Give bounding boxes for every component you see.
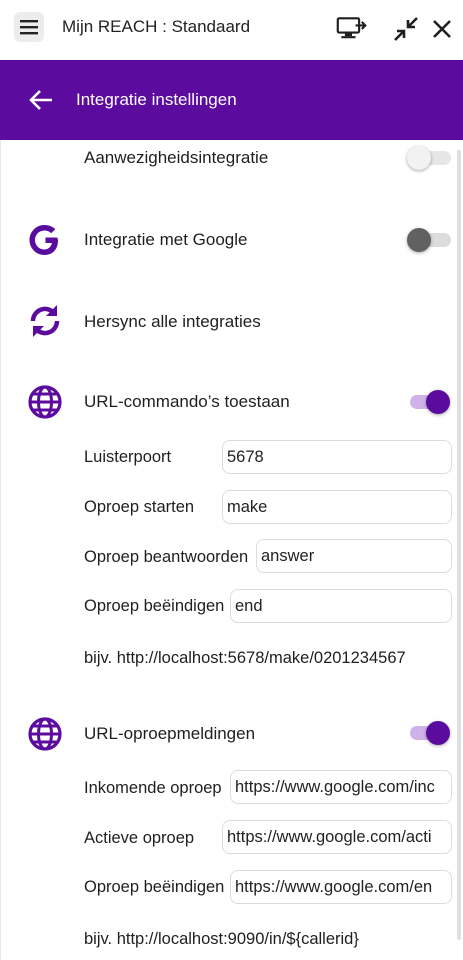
call-end-label: Oproep beëindigen [84,597,225,615]
window-titlebar: Mijn REACH : Standaard [0,0,463,60]
settings-header: Integratie instellingen [0,60,463,140]
google-integration-toggle[interactable] [407,228,451,252]
window-title: Mijn REACH : Standaard [62,17,251,36]
url-notifications-example: bijv. http://localhost:9090/in/${calleri… [84,930,359,948]
call-end-input[interactable] [230,589,452,623]
notification-end-input[interactable] [230,870,452,904]
url-notifications-label: URL-oproepmeldingen [84,724,256,743]
close-button[interactable] [426,13,458,45]
incoming-call-input[interactable] [230,770,452,804]
call-answer-label: Oproep beantwoorden [84,548,249,566]
screen-share-button[interactable] [336,13,368,45]
presence-integration-row: Aanwezigheidsintegratie [1,140,463,180]
url-notifications-toggle[interactable] [406,721,450,745]
minimize-button[interactable] [390,13,422,45]
call-make-label: Oproep starten [84,498,195,516]
arrow-left-icon[interactable] [28,88,54,112]
listen-port-label: Luisterpoort [84,448,172,466]
menu-icon [20,20,38,35]
globe-icon [25,714,65,754]
url-commands-label: URL-commando’s toestaan [84,392,290,411]
scrollbar[interactable] [457,150,461,940]
google-g-icon [25,220,65,260]
incoming-call-label: Inkomende oproep [84,779,222,797]
resync-label: Hersync alle integraties [84,312,261,331]
presence-integration-label: Aanwezigheidsintegratie [84,148,269,167]
settings-list: Aanwezigheidsintegratie Integratie met G… [0,140,463,960]
screen-share-icon [336,17,367,39]
url-commands-example: bijv. http://localhost:5678/make/0201234… [84,649,406,667]
listen-port-input[interactable] [222,440,452,474]
menu-button[interactable] [14,12,44,42]
sync-icon [25,301,65,341]
page-title: Integratie instellingen [76,90,237,109]
url-commands-toggle[interactable] [406,390,450,414]
resync-row[interactable]: Hersync alle integraties [1,300,463,344]
notification-end-label: Oproep beëindigen [84,878,225,896]
call-make-input[interactable] [222,490,452,524]
url-commands-row: URL-commando’s toestaan [1,382,463,422]
google-integration-row: Integratie met Google [1,218,463,262]
globe-icon [25,382,65,422]
active-call-label: Actieve oproep [84,829,195,847]
presence-integration-toggle[interactable] [407,146,451,170]
google-integration-label: Integratie met Google [84,230,248,249]
minimize-arrows-icon [394,17,418,41]
close-icon [433,20,451,38]
url-notifications-row: URL-oproepmeldingen [1,714,463,754]
active-call-input[interactable] [222,820,452,854]
call-answer-input[interactable] [256,539,452,573]
